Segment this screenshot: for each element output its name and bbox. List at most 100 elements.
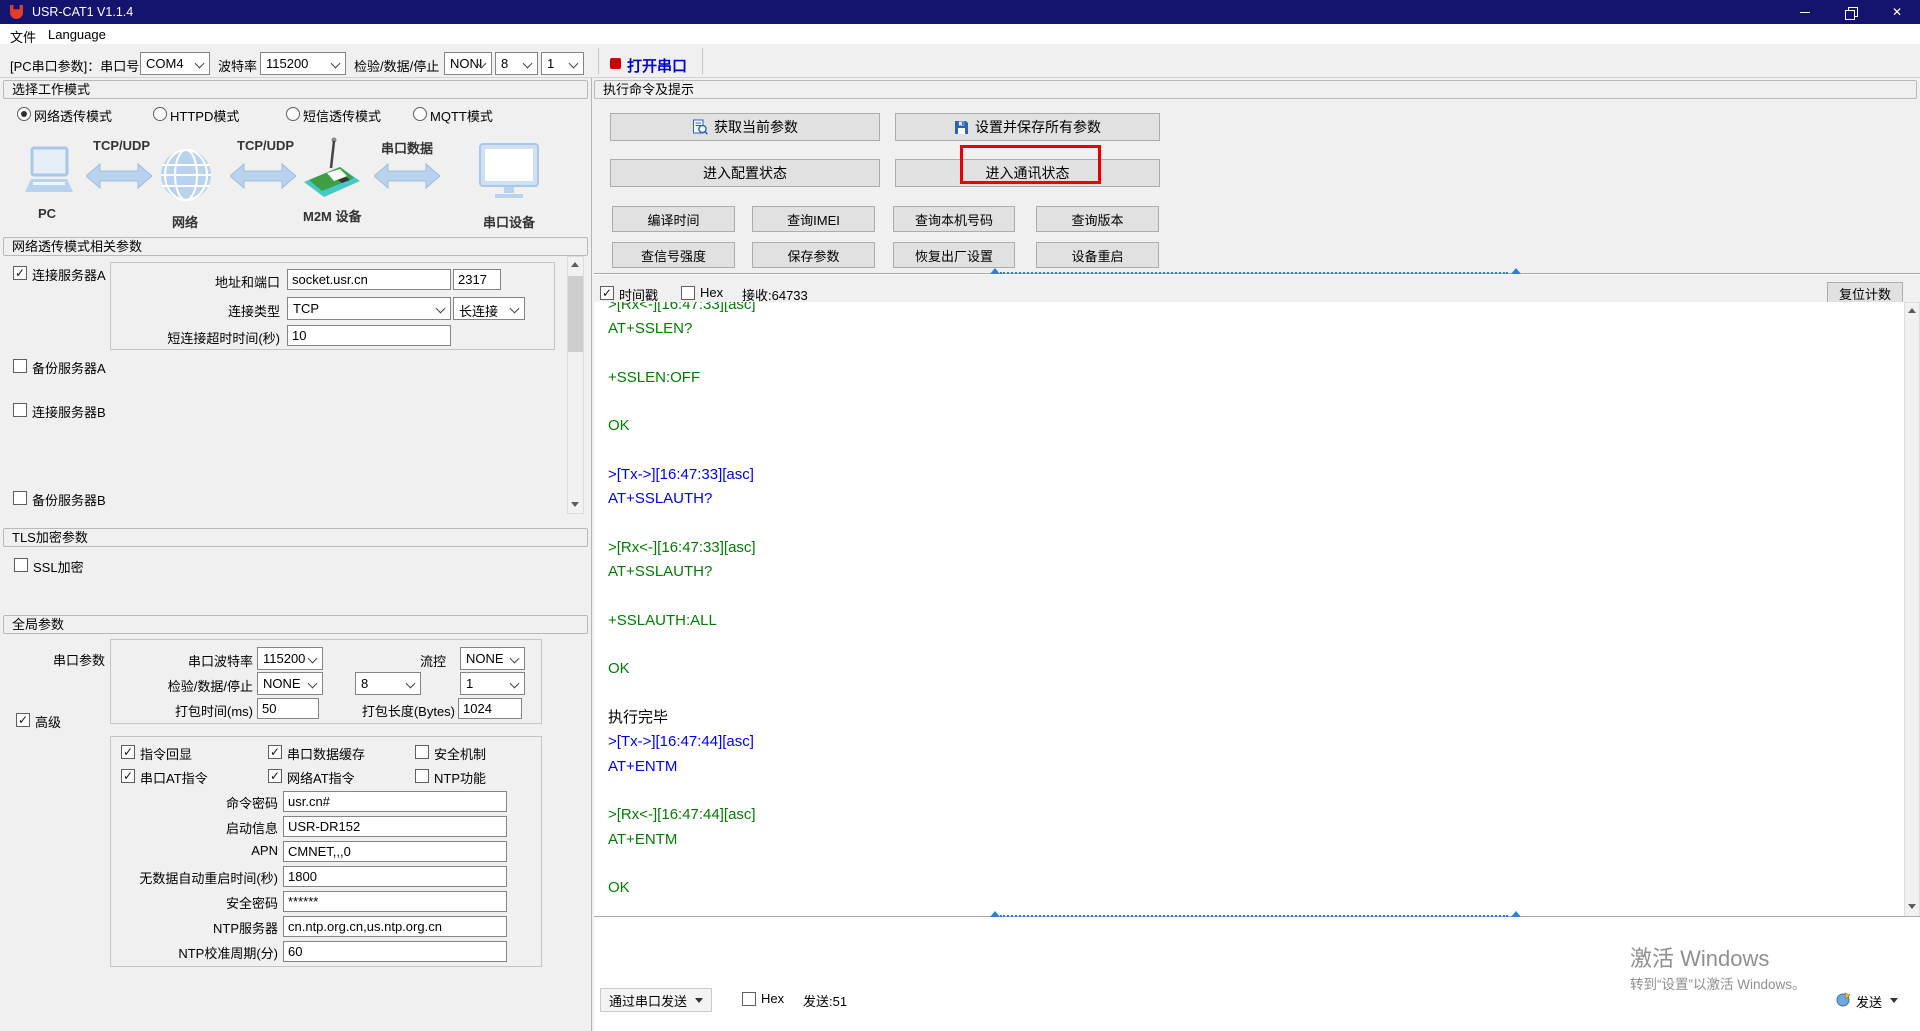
adv-field-input-4[interactable]: ****** (283, 891, 507, 912)
send-dropdown-icon[interactable] (1890, 998, 1898, 1003)
short-conn-timeout-input[interactable]: 10 (287, 325, 451, 346)
log-area[interactable]: >[Rx<-][16:47:33][asc] AT+SSLEN? +SSLEN:O… (608, 302, 1888, 916)
adv-checkbox-0[interactable] (121, 745, 135, 759)
backup-a-checkbox[interactable] (13, 359, 27, 373)
conn-mode-select[interactable]: 长连接 (453, 297, 525, 320)
work-mode-radio-0[interactable] (17, 107, 31, 121)
get-params-label: 获取当前参数 (714, 119, 798, 135)
g-stopbits-select[interactable]: 1 (460, 672, 525, 695)
command-button-3[interactable]: 查询版本 (1036, 206, 1159, 232)
enter-config-button[interactable]: 进入配置状态 (610, 159, 880, 187)
command-button-0[interactable]: 编译时间 (612, 206, 735, 232)
scrollbar-thumb[interactable] (568, 276, 583, 352)
reset-count-label: 复位计数 (1838, 286, 1891, 302)
command-button-4[interactable]: 查信号强度 (612, 242, 735, 268)
databits-select[interactable]: 8 (495, 52, 538, 75)
diagram-link-1: TCP/UDP (93, 138, 151, 153)
baud-select[interactable]: 115200 (260, 52, 346, 75)
server-a-address-input[interactable]: socket.usr.cn (287, 269, 451, 290)
minimize-button[interactable] (1782, 0, 1828, 24)
server-a-checkbox[interactable] (13, 266, 27, 280)
log-scroll-down-icon[interactable] (1908, 904, 1916, 909)
set-save-params-button[interactable]: 设置并保存所有参数 (895, 113, 1160, 141)
adv-checkbox-1[interactable] (268, 745, 282, 759)
command-button-7[interactable]: 设备重启 (1036, 242, 1159, 268)
toolbar-separator (598, 48, 599, 74)
menu-bar: 文件 Language (0, 24, 1920, 45)
log-line: >[Tx->][16:47:44][asc] (608, 733, 754, 751)
send-via-serial-button[interactable]: 通过串口发送 (600, 988, 712, 1012)
command-button-2[interactable]: 查询本机号码 (893, 206, 1015, 232)
com-port-select[interactable]: COM4 (140, 52, 210, 75)
pack-time-input[interactable]: 50 (257, 698, 319, 719)
scrollbar-left-arrow[interactable] (990, 268, 1000, 274)
scroll-up-icon[interactable] (571, 262, 579, 267)
work-mode-radio-label: HTTPD模式 (170, 109, 240, 124)
open-port-button[interactable]: 打开串口 (627, 55, 687, 76)
serial-device-icon (479, 143, 539, 198)
log-line: >[Rx<-][16:47:44][asc] (608, 806, 756, 824)
log-vscrollbar[interactable] (1904, 302, 1920, 917)
log-hex-checkbox[interactable] (681, 286, 695, 300)
short-conn-timeout-label: 短连接超时时间(秒) (167, 331, 280, 346)
server-a-port-input[interactable]: 2317 (453, 269, 501, 290)
send-button[interactable]: 发送 (1856, 992, 1882, 1011)
adv-checkbox-5[interactable] (415, 769, 429, 783)
menu-language[interactable]: Language (48, 27, 106, 42)
bottom-scrollbar-left-arrow[interactable] (990, 911, 1000, 917)
g-baud-select[interactable]: 115200 (257, 647, 323, 670)
adv-field-input-5[interactable]: cn.ntp.org.cn,us.ntp.org.cn (283, 916, 507, 937)
send-hex-checkbox[interactable] (742, 992, 756, 1006)
server-b-checkbox[interactable] (13, 403, 27, 417)
command-button-1[interactable]: 查询IMEI (752, 206, 875, 232)
log-scroll-up-icon[interactable] (1908, 308, 1916, 313)
scrollbar-right-arrow[interactable] (1511, 268, 1521, 274)
log-line: >[Rx<-][16:47:33][asc] (608, 538, 756, 556)
log-hex-label: Hex (700, 285, 724, 300)
g-parity-select[interactable]: NONE (257, 672, 323, 695)
toolbar-separator-2 (702, 48, 703, 74)
ssl-checkbox[interactable] (14, 558, 28, 572)
log-hscrollbar-bottom[interactable] (1000, 915, 1508, 917)
adv-field-input-0[interactable]: usr.cn# (283, 791, 507, 812)
maximize-button[interactable] (1828, 0, 1874, 24)
send-via-dropdown-icon (695, 997, 703, 1003)
adv-field-input-1[interactable]: USR-DR152 (283, 816, 507, 837)
adv-checkbox-2[interactable] (415, 745, 429, 759)
work-mode-radio-1[interactable] (153, 107, 167, 121)
log-hscrollbar-top[interactable] (1000, 272, 1508, 274)
backup-b-label: 备份服务器B (32, 493, 106, 508)
advanced-checkbox[interactable] (16, 713, 30, 727)
stopbits-select[interactable]: 1 (541, 52, 584, 75)
enter-config-label: 进入配置状态 (703, 165, 787, 181)
adv-field-input-3[interactable]: 1800 (283, 866, 507, 887)
reset-count-button[interactable]: 复位计数 (1827, 282, 1903, 304)
adv-field-input-2[interactable]: CMNET,,,0 (283, 841, 507, 862)
adv-checkbox-label: 指令回显 (140, 747, 193, 762)
commands-header: 执行命令及提示 (594, 80, 1917, 99)
flow-select[interactable]: NONE (460, 647, 525, 670)
panel-divider (591, 78, 592, 1031)
server-b-label: 连接服务器B (32, 405, 106, 420)
timestamp-checkbox[interactable] (600, 286, 614, 300)
pack-len-input[interactable]: 1024 (458, 698, 522, 719)
adv-checkbox-4[interactable] (268, 769, 282, 783)
adv-field-label-5: NTP服务器 (212, 921, 278, 936)
work-mode-radio-3[interactable] (413, 107, 427, 121)
work-mode-radio-2[interactable] (286, 107, 300, 121)
command-button-5[interactable]: 保存参数 (752, 242, 875, 268)
adv-checkbox-3[interactable] (121, 769, 135, 783)
scroll-down-icon[interactable] (571, 502, 579, 507)
command-button-6[interactable]: 恢复出厂设置 (893, 242, 1015, 268)
log-line: AT+ENTM (608, 830, 678, 848)
g-databits-select[interactable]: 8 (355, 672, 421, 695)
backup-b-checkbox[interactable] (13, 491, 27, 505)
parity-select[interactable]: NONI (444, 52, 492, 75)
conn-type-select[interactable]: TCP (287, 297, 451, 320)
close-button[interactable]: ✕ (1874, 0, 1920, 24)
bottom-scrollbar-right-arrow[interactable] (1511, 911, 1521, 917)
get-params-button[interactable]: 获取当前参数 (610, 113, 880, 141)
log-line: OK (608, 660, 630, 678)
adv-field-input-6[interactable]: 60 (283, 941, 507, 962)
